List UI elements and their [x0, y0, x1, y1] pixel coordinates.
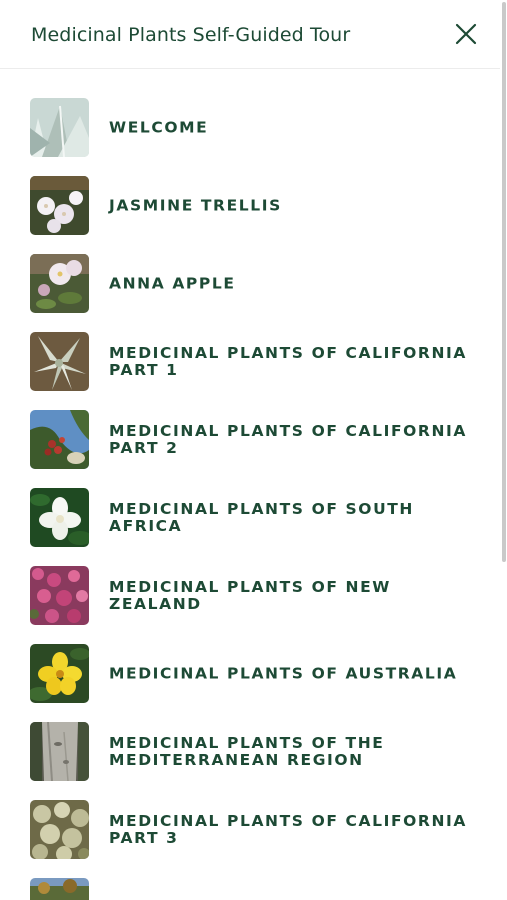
tour-stop-california-part-2[interactable]: MEDICINAL PLANTS OF CALIFORNIA PART 2 [0, 381, 500, 469]
tour-stop-label: MEDICINAL PLANTS OF SOUTH AFRICA [109, 500, 414, 535]
tour-stop-list: WELCOME JASMINE TRELLIS ANNA APPLE MEDIC… [0, 69, 500, 900]
tour-stop-welcome[interactable]: WELCOME [0, 69, 500, 157]
tour-stop-label: WELCOME [109, 118, 209, 137]
tour-panel: Medicinal Plants Self-Guided Tour WELCOM… [0, 0, 507, 900]
tour-stop-label: MEDICINAL PLANTS OF AUSTRALIA [109, 664, 458, 683]
tour-stop-label: JASMINE TRELLIS [109, 196, 282, 215]
close-button[interactable] [452, 20, 480, 48]
tour-stop-anna-apple[interactable]: ANNA APPLE [0, 225, 500, 313]
tour-stop-partial[interactable] [0, 849, 500, 900]
tour-stop-label: MEDICINAL PLANTS OF NEW ZEALAND [109, 578, 391, 613]
tour-stop-australia[interactable]: MEDICINAL PLANTS OF AUSTRALIA [0, 615, 500, 703]
landscape-thumbnail [30, 878, 89, 900]
tour-stop-california-part-3[interactable]: MEDICINAL PLANTS OF CALIFORNIA PART 3 [0, 771, 500, 859]
close-icon [455, 23, 477, 45]
tour-stop-mediterranean-region[interactable]: MEDICINAL PLANTS OF THE MEDITERRANEAN RE… [0, 693, 500, 781]
tour-stop-label: MEDICINAL PLANTS OF CALIFORNIA PART 3 [109, 812, 467, 847]
tour-stop-label: MEDICINAL PLANTS OF CALIFORNIA PART 2 [109, 422, 467, 457]
scrollbar-thumb[interactable] [502, 2, 506, 562]
tour-stop-south-africa[interactable]: MEDICINAL PLANTS OF SOUTH AFRICA [0, 459, 500, 547]
page-title: Medicinal Plants Self-Guided Tour [31, 24, 351, 46]
tour-stop-california-part-1[interactable]: MEDICINAL PLANTS OF CALIFORNIA PART 1 [0, 303, 500, 391]
tour-stop-label: MEDICINAL PLANTS OF THE MEDITERRANEAN RE… [109, 734, 385, 769]
tour-stop-jasmine-trellis[interactable]: JASMINE TRELLIS [0, 147, 500, 235]
tour-stop-label: MEDICINAL PLANTS OF CALIFORNIA PART 1 [109, 344, 467, 379]
panel-header: Medicinal Plants Self-Guided Tour [0, 0, 507, 69]
tour-stop-label: ANNA APPLE [109, 274, 236, 293]
tour-stop-new-zealand[interactable]: MEDICINAL PLANTS OF NEW ZEALAND [0, 537, 500, 625]
